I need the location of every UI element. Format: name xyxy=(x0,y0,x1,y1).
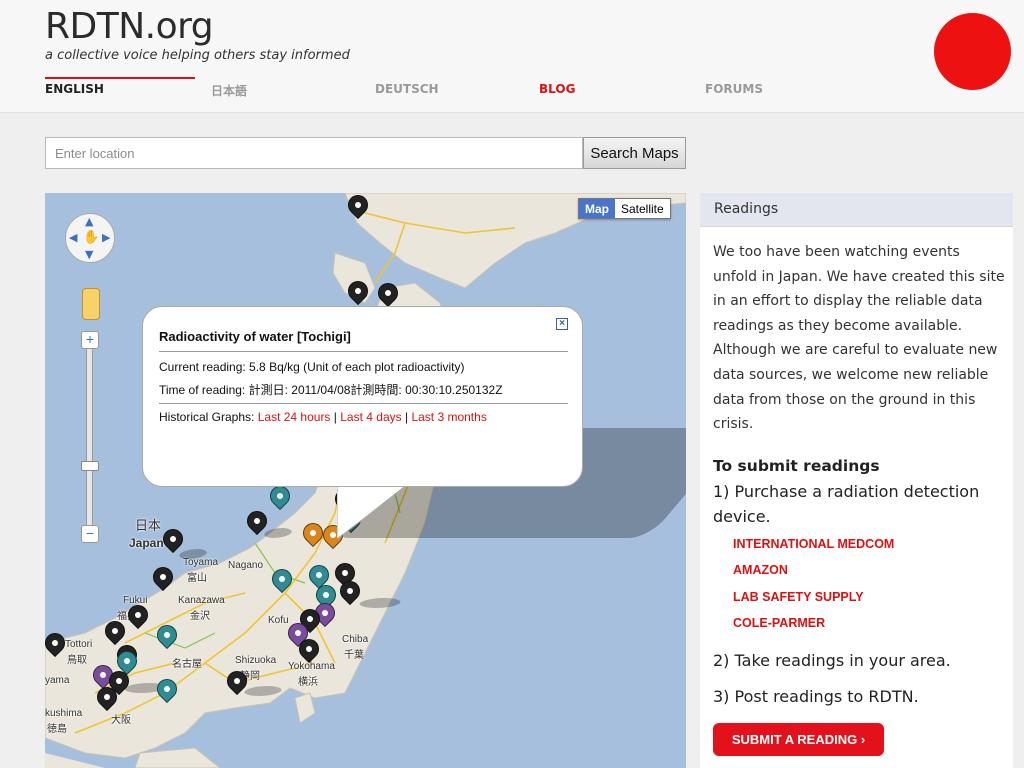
street-view-pegman-icon[interactable] xyxy=(82,288,100,320)
link-separator: | xyxy=(404,410,409,424)
time-of-reading: Time of reading: 計測日: 2011/04/08計測時間: 00… xyxy=(159,383,503,397)
map-type-satellite-button[interactable]: Satellite xyxy=(615,199,670,218)
place-label: 大阪 xyxy=(111,715,131,726)
place-label: Kanazawa xyxy=(178,595,225,606)
nav-deutsch[interactable]: DEUTSCH xyxy=(375,82,439,96)
nav-blog[interactable]: BLOG xyxy=(539,82,575,96)
submit-reading-button[interactable]: SUBMIT A READING › xyxy=(713,723,884,756)
vendor-link-amazon[interactable]: AMAZON xyxy=(733,563,788,577)
rising-sun-logo xyxy=(934,13,1011,90)
place-label: 千葉 xyxy=(344,650,364,661)
hand-icon: ✋ xyxy=(83,230,100,245)
map-type-control: Map Satellite xyxy=(578,198,671,219)
place-label: 横浜 xyxy=(298,677,318,688)
place-label: yama xyxy=(45,675,70,686)
historical-graphs: Historical Graphs: Last 24 hours | Last … xyxy=(159,410,487,424)
place-label: 富山 xyxy=(187,573,207,584)
link-separator: | xyxy=(333,410,337,424)
radiation-map[interactable]: Map Satellite ▲ ▼ ◀ ▶ ✋ + − 日本 Japan Toy… xyxy=(45,193,686,768)
main-nav: ENGLISH 日本語 DEUTSCH BLOG FORUMS xyxy=(0,82,1024,102)
current-reading: Current reading: 5.8 Bq/kg (Unit of each… xyxy=(159,360,465,374)
site-logo[interactable]: RDTN.org xyxy=(45,6,214,47)
pan-up-icon[interactable]: ▲ xyxy=(85,215,93,228)
pan-down-icon[interactable]: ▼ xyxy=(85,248,93,261)
pan-left-icon[interactable]: ◀ xyxy=(69,231,77,244)
site-tagline: a collective voice helping others stay i… xyxy=(45,48,350,63)
place-label: Japan xyxy=(129,536,164,550)
pan-control[interactable]: ▲ ▼ ◀ ▶ ✋ xyxy=(65,213,115,263)
link-last-4-days[interactable]: Last 4 days xyxy=(340,410,401,424)
nav-japanese[interactable]: 日本語 xyxy=(211,82,247,99)
zoom-slider-track[interactable] xyxy=(86,338,93,528)
place-label: Yokohama xyxy=(288,661,335,672)
close-icon[interactable]: × xyxy=(556,318,568,330)
nav-english[interactable]: ENGLISH xyxy=(45,82,104,96)
info-window-title: Radioactivity of water [Tochigi] xyxy=(159,329,351,344)
place-label: 鳥取 xyxy=(67,655,87,666)
map-type-map-button[interactable]: Map xyxy=(579,199,615,218)
place-label: 名古屋 xyxy=(172,659,202,670)
vendor-link-cole-parmer[interactable]: COLE-PARMER xyxy=(733,616,825,630)
place-label: Shizuoka xyxy=(235,655,277,666)
place-label: Nagano xyxy=(228,560,264,571)
place-label: Kofu xyxy=(268,615,289,626)
info-window-tail xyxy=(337,484,408,540)
vendor-link-lab-safety-supply[interactable]: LAB SAFETY SUPPLY xyxy=(733,590,864,604)
place-label: 金沢 xyxy=(190,611,210,622)
search-maps-button[interactable]: Search Maps xyxy=(583,137,686,169)
place-label: Tottori xyxy=(65,639,93,650)
info-window-divider xyxy=(159,351,568,352)
place-label: kushima xyxy=(45,708,83,719)
link-last-3-months[interactable]: Last 3 months xyxy=(411,410,486,424)
location-search-input[interactable] xyxy=(45,137,583,169)
submit-readings-heading: To submit readings xyxy=(713,457,880,475)
info-window-divider xyxy=(159,403,568,404)
step-post-readings: 3) Post readings to RDTN. xyxy=(713,687,919,706)
active-nav-underline xyxy=(45,77,195,79)
historical-graphs-label: Historical Graphs: xyxy=(159,410,255,424)
zoom-out-button[interactable]: − xyxy=(81,525,99,543)
zoom-in-button[interactable]: + xyxy=(81,331,99,349)
place-label: Chiba xyxy=(342,634,369,645)
place-label: 徳島 xyxy=(47,724,67,735)
place-label: 日本 xyxy=(135,518,162,533)
step-take-readings: 2) Take readings in your area. xyxy=(713,651,951,670)
pan-right-icon[interactable]: ▶ xyxy=(102,231,110,244)
readings-panel-header: Readings xyxy=(700,193,1013,227)
reading-info-window: Radioactivity of water [Tochigi] × Curre… xyxy=(142,306,583,487)
site-header: RDTN.org a collective voice helping othe… xyxy=(0,0,1024,113)
link-last-24-hours[interactable]: Last 24 hours xyxy=(258,410,331,424)
step-purchase: 1) Purchase a radiation detection device… xyxy=(713,482,980,526)
vendor-link-international-medcom[interactable]: INTERNATIONAL MEDCOM xyxy=(733,537,894,551)
nav-forums[interactable]: FORUMS xyxy=(705,82,763,96)
readings-panel: Readings We too have been watching event… xyxy=(700,193,1013,768)
readings-intro: We too have been watching events unfold … xyxy=(713,244,1005,433)
zoom-slider-thumb[interactable] xyxy=(81,461,99,471)
